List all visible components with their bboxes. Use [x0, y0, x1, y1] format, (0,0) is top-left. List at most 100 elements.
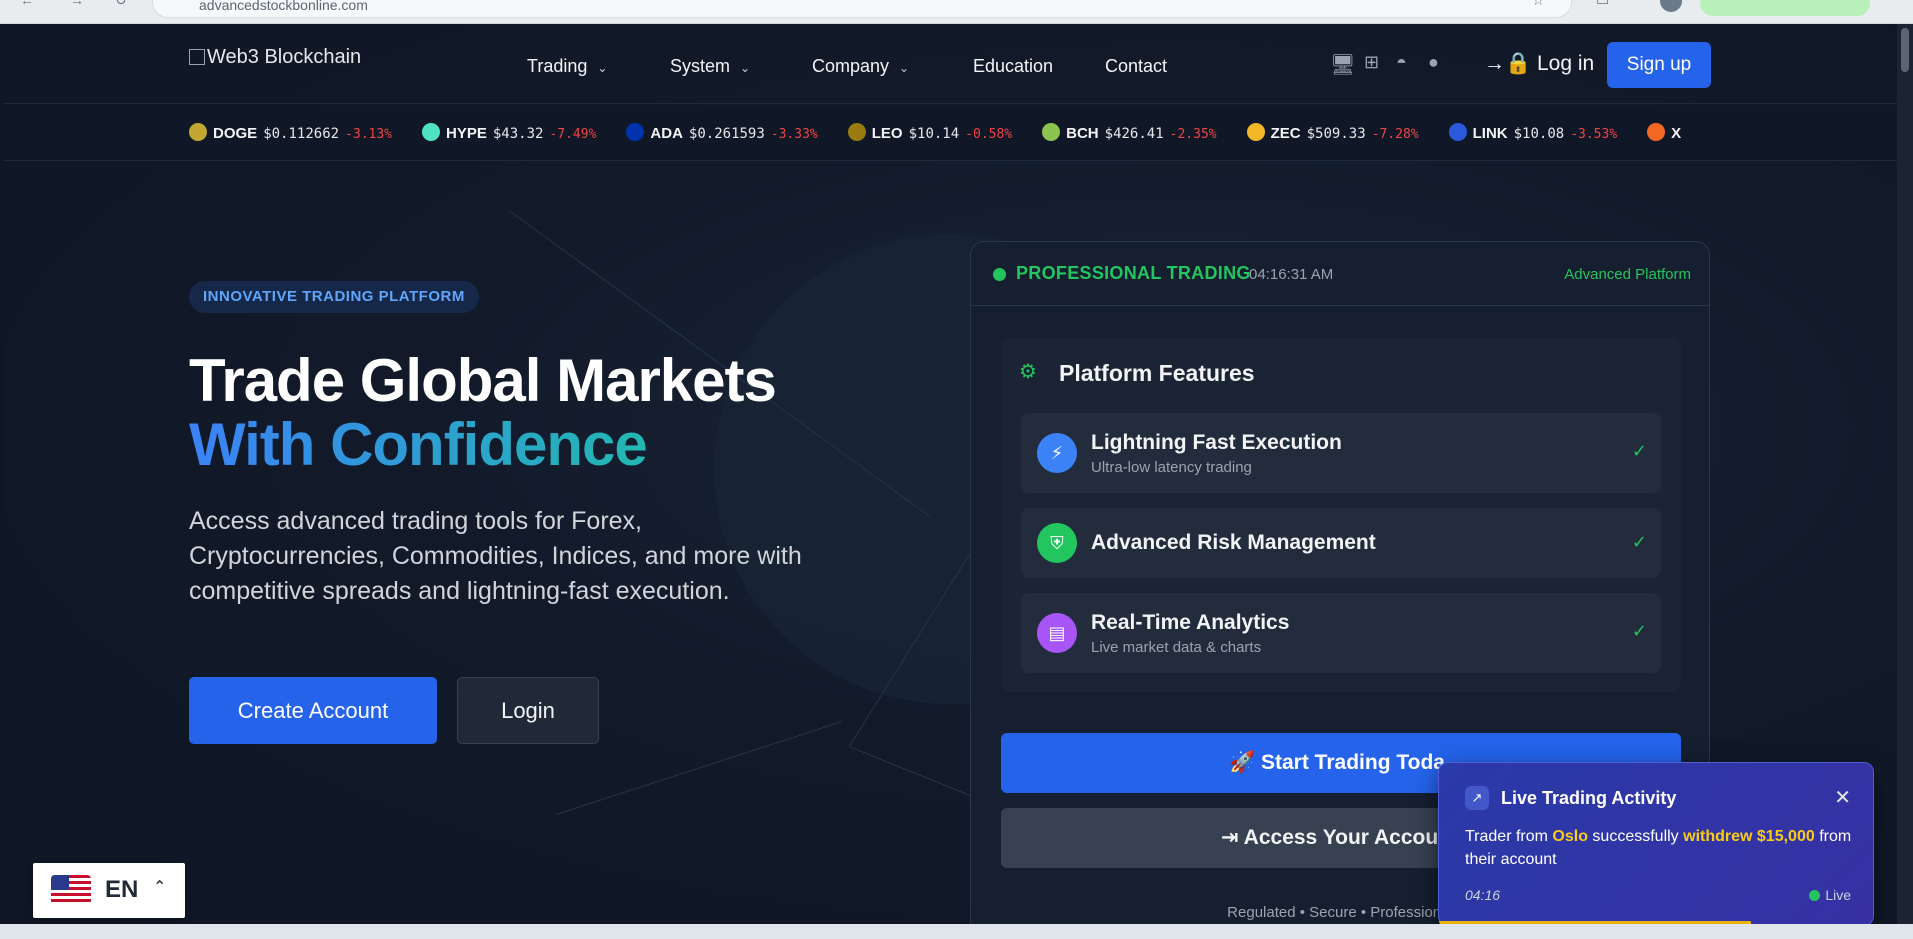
- nav-trading[interactable]: Trading ⌄: [527, 56, 607, 77]
- activity-toast: ↗ Live Trading Activity ✕ Trader from Os…: [1438, 762, 1874, 924]
- chevron-down-icon: ⌄: [740, 61, 751, 75]
- broken-image-icon: [189, 49, 205, 65]
- ticker-symbol: LEO: [871, 125, 903, 142]
- ticker-item: HYPE $43.32 -7.49%: [422, 106, 596, 161]
- panel-header: PROFESSIONAL TRADING 04:16:31 AM Advance…: [971, 242, 1709, 306]
- check-icon: ✓: [1631, 532, 1647, 552]
- signup-button[interactable]: Sign up: [1607, 42, 1711, 88]
- web-page: Web3 Blockchain Trading ⌄ System ⌄ Company…: [4, 24, 1897, 924]
- coin-icon: [1042, 123, 1061, 141]
- ticker-change: -3.53%: [1570, 127, 1618, 142]
- ticker-symbol: ADA: [650, 125, 683, 142]
- site-logo[interactable]: Web3 Blockchain: [189, 46, 361, 69]
- status-label: PROFESSIONAL TRADING: [1016, 263, 1251, 283]
- url-text: advancedstockbonline.com: [199, 0, 368, 13]
- ticker-change: -3.33%: [770, 127, 818, 142]
- scrollbar[interactable]: [1897, 24, 1913, 924]
- ticker-item: X: [1647, 106, 1693, 161]
- chart-area-icon: ▤: [1037, 613, 1077, 653]
- ticker-symbol: X: [1671, 125, 1682, 142]
- reload-icon[interactable]: ↻: [115, 0, 127, 9]
- nav-system[interactable]: System ⌄: [670, 56, 750, 77]
- gears-icon: ⚙: [1019, 361, 1037, 383]
- features-title: Platform Features: [1059, 360, 1255, 386]
- back-icon[interactable]: ←: [20, 0, 34, 8]
- clock-time: 04:16:31 AM: [1249, 266, 1334, 283]
- scrollbar-thumb[interactable]: [1901, 28, 1909, 72]
- feature-item: ⛨ Advanced Risk Management ✓: [1021, 508, 1661, 578]
- nav-education[interactable]: Education: [973, 56, 1053, 77]
- coin-icon: [847, 123, 866, 141]
- toast-time: 04:16: [1465, 887, 1501, 903]
- create-account-button[interactable]: Create Account: [189, 677, 437, 744]
- features-box: ⚙ Platform Features ⚡ Lightning Fast Exe…: [1001, 337, 1681, 692]
- ticker-track: DOGE $0.112662 -3.13% HYPE $43.32 -7.49% ADA $0…: [189, 106, 1712, 161]
- android-icon[interactable]: ◓: [1396, 52, 1407, 73]
- browser-action-pill[interactable]: [1700, 0, 1870, 16]
- taskbar-strip: [0, 924, 1913, 939]
- ticker-price: $0.112662: [263, 126, 340, 142]
- ticker-price: $0.261593: [688, 126, 765, 142]
- logo-alt-text: Web3 Blockchain: [207, 46, 362, 68]
- feature-subtitle: Live market data & charts: [1091, 639, 1262, 656]
- login-link[interactable]: →🔒 Log in: [1484, 52, 1594, 76]
- ticker-change: -3.13%: [345, 127, 393, 142]
- ticker-change: -7.49%: [549, 127, 597, 142]
- crypto-ticker: DOGE $0.112662 -3.13% HYPE $43.32 -7.49% ADA $0…: [4, 106, 1897, 161]
- nav-contact[interactable]: Contact: [1105, 56, 1167, 77]
- coin-icon: [1448, 123, 1467, 141]
- coin-icon: [1647, 123, 1666, 141]
- ticker-price: $10.08: [1513, 126, 1565, 142]
- ticker-item: ADA $0.261593 -3.33%: [626, 106, 818, 161]
- ticker-symbol: DOGE: [213, 125, 258, 142]
- feature-item: ▤ Real-Time Analytics Live market data &…: [1021, 593, 1661, 673]
- extensions-icon[interactable]: ▭: [1596, 0, 1609, 9]
- address-bar[interactable]: advancedstockbonline.com: [152, 0, 1572, 18]
- toast-action: withdrew $15,000: [1683, 828, 1815, 845]
- profile-avatar[interactable]: [1660, 0, 1682, 12]
- ticker-symbol: BCH: [1066, 125, 1099, 142]
- hero-title-line2: With Confidence: [189, 411, 648, 478]
- desktop-icon[interactable]: 🖥: [1330, 52, 1355, 77]
- ticker-change: -2.35%: [1169, 127, 1217, 142]
- toast-title: Live Trading Activity: [1501, 788, 1677, 808]
- coin-icon: [1246, 123, 1265, 141]
- hero-badge: INNOVATIVE TRADING PLATFORM: [189, 281, 479, 313]
- ticker-symbol: LINK: [1472, 125, 1508, 142]
- apple-icon[interactable]: ●: [1428, 52, 1439, 73]
- status-dot: [993, 268, 1006, 281]
- chart-line-icon: ↗: [1465, 786, 1489, 810]
- ticker-item: BCH $426.41 -2.35%: [1042, 106, 1217, 161]
- ticker-price: $426.41: [1104, 126, 1164, 142]
- ticker-item: ZEC $509.33 -7.28%: [1246, 106, 1419, 161]
- chevron-down-icon: ⌄: [597, 61, 608, 75]
- toast-city: Oslo: [1552, 828, 1588, 845]
- close-icon[interactable]: ✕: [1834, 785, 1851, 810]
- coin-icon: [626, 123, 645, 141]
- check-icon: ✓: [1631, 621, 1647, 641]
- ticker-item: DOGE $0.112662 -3.13%: [189, 106, 392, 161]
- check-icon: ✓: [1631, 441, 1647, 461]
- language-selector[interactable]: EN ⌃: [33, 863, 185, 918]
- feature-item: ⚡ Lightning Fast Execution Ultra-low lat…: [1021, 413, 1661, 493]
- windows-icon[interactable]: ⊞: [1364, 52, 1379, 73]
- feature-title: Real-Time Analytics: [1091, 611, 1290, 634]
- forward-icon[interactable]: →: [70, 0, 84, 8]
- nav-company[interactable]: Company ⌄: [812, 56, 909, 77]
- live-indicator: Live: [1809, 887, 1851, 903]
- shield-icon: ⛨: [1037, 523, 1077, 563]
- chevron-up-icon: ⌃: [153, 879, 167, 896]
- star-icon[interactable]: ☆: [1532, 0, 1545, 9]
- login-button[interactable]: Login: [457, 677, 599, 744]
- toast-message: Trader from Oslo successfully withdrew $…: [1465, 828, 1852, 868]
- ticker-item: LINK $10.08 -3.53%: [1448, 106, 1618, 161]
- coin-icon: [422, 123, 441, 141]
- platform-label: Advanced Platform: [1564, 266, 1691, 283]
- us-flag-icon: [51, 875, 91, 905]
- ticker-price: $509.33: [1306, 126, 1366, 142]
- live-dot: [1809, 890, 1821, 901]
- feature-title: Lightning Fast Execution: [1091, 431, 1342, 454]
- feature-subtitle: Ultra-low latency trading: [1091, 459, 1252, 476]
- hero-title-line1: Trade Global Markets: [189, 347, 777, 414]
- top-navigation: Web3 Blockchain Trading ⌄ System ⌄ Company…: [4, 24, 1897, 104]
